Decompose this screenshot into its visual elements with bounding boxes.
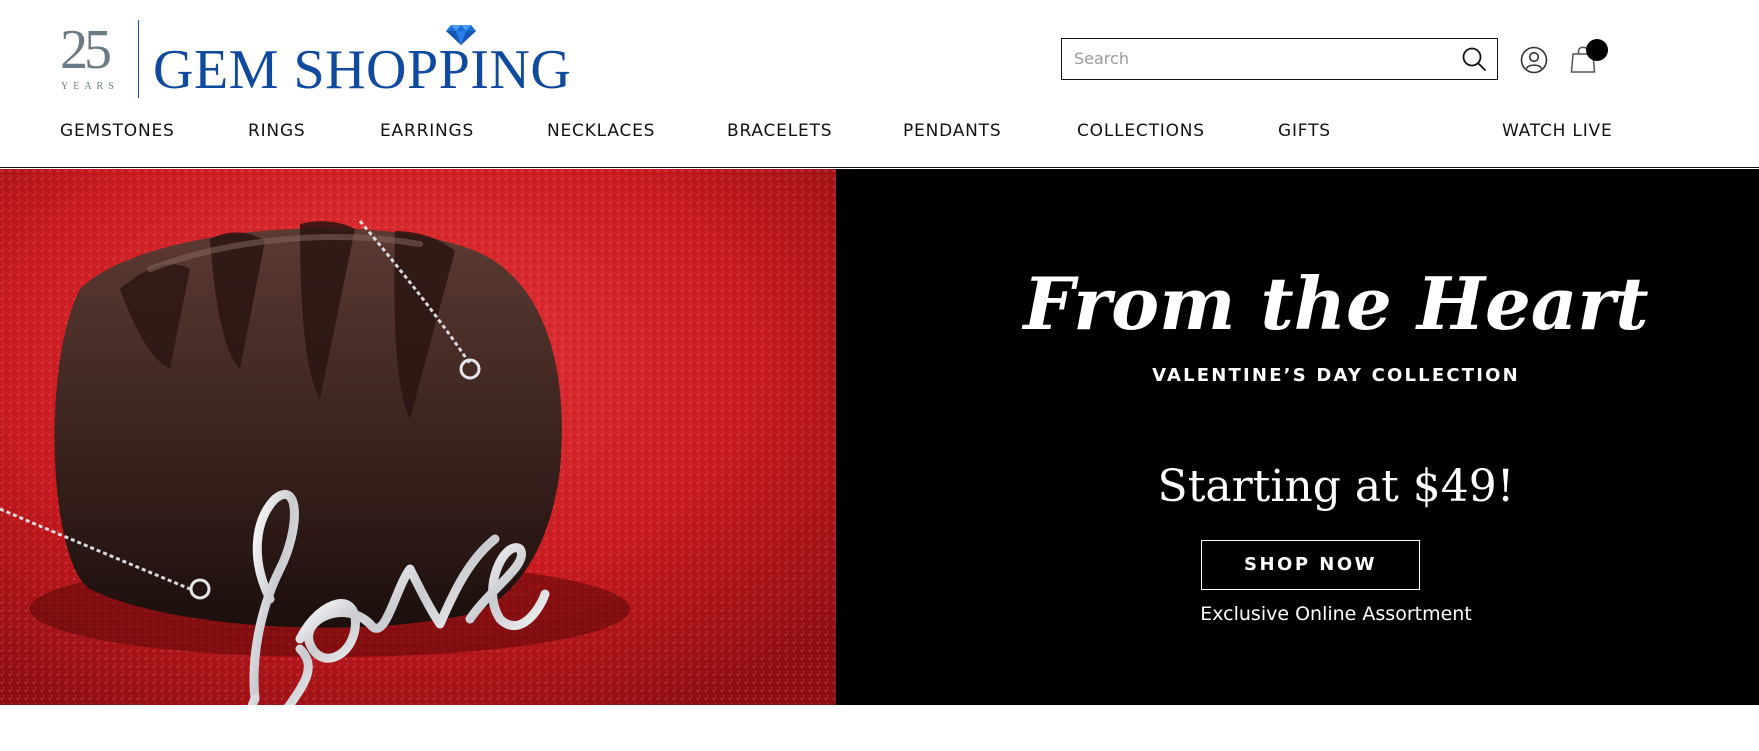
site-header: 25 YEARS GEM SHOPPING GEMSTONES RINGS — [0, 0, 1759, 168]
user-account-icon[interactable] — [1520, 46, 1548, 74]
main-navigation: GEMSTONES RINGS EARRINGS NECKLACES BRACE… — [0, 118, 1759, 148]
brand-logo[interactable]: 25 YEARS GEM SHOPPING — [60, 18, 571, 100]
nav-item-gifts[interactable]: GIFTS — [1278, 118, 1331, 144]
anniversary-label: YEARS — [61, 81, 119, 92]
hero-title: From the Heart — [1023, 261, 1649, 346]
nav-item-watch-live[interactable]: WATCH LIVE — [1502, 118, 1613, 144]
anniversary-number: 25 — [60, 19, 112, 81]
nav-item-bracelets[interactable]: BRACELETS — [727, 118, 832, 144]
hero-subtitle: VALENTINE’S DAY COLLECTION — [1152, 365, 1520, 386]
search-bar — [1061, 38, 1498, 80]
anniversary-mark: 25 YEARS — [60, 18, 130, 100]
search-input[interactable] — [1062, 39, 1442, 78]
nav-item-gemstones[interactable]: GEMSTONES — [60, 118, 175, 144]
search-icon[interactable] — [1461, 46, 1487, 72]
cart-count-badge — [1586, 39, 1608, 61]
shop-now-button[interactable]: SHOP NOW — [1201, 540, 1420, 590]
hero-product-image[interactable] — [0, 169, 836, 705]
nav-item-rings[interactable]: RINGS — [248, 118, 306, 144]
hero-promo-panel: From the Heart VALENTINE’S DAY COLLECTIO… — [836, 169, 1759, 705]
hero-banner: From the Heart VALENTINE’S DAY COLLECTIO… — [0, 169, 1759, 705]
brand-name: GEM SHOPPING — [153, 39, 572, 101]
nav-item-earrings[interactable]: EARRINGS — [380, 118, 474, 144]
nav-item-pendants[interactable]: PENDANTS — [903, 118, 1001, 144]
diamond-icon — [446, 25, 476, 45]
hero-note: Exclusive Online Assortment — [1200, 603, 1472, 625]
nav-item-necklaces[interactable]: NECKLACES — [547, 118, 655, 144]
hero-price-text: Starting at $49! — [1157, 461, 1515, 512]
nav-item-collections[interactable]: COLLECTIONS — [1077, 118, 1205, 144]
logo-divider — [138, 20, 139, 98]
